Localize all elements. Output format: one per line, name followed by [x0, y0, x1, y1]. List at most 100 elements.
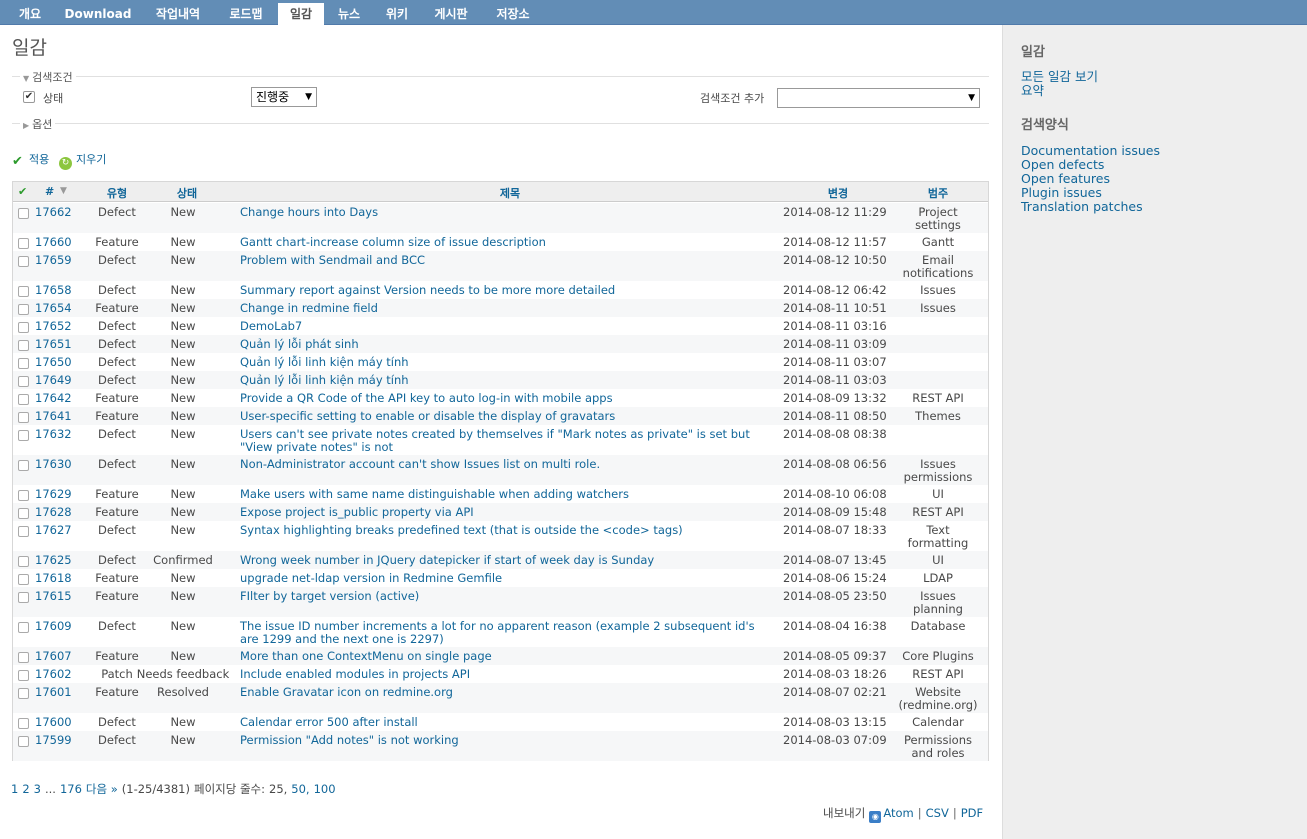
table-row[interactable]: 17629 Feature New Make users with same name…	[13, 485, 988, 503]
column-header-subject[interactable]: 제목	[240, 185, 780, 201]
row-checkbox[interactable]	[18, 688, 29, 699]
table-row[interactable]: 17599 Defect New Permission "Add notes" is …	[13, 731, 988, 761]
filters-legend[interactable]: ▼ 검색조건	[20, 69, 76, 85]
issue-id-link[interactable]: 17641	[35, 410, 72, 423]
issue-id-link[interactable]: 17615	[35, 590, 72, 603]
query-link[interactable]: Plugin issues	[1021, 186, 1102, 200]
row-checkbox[interactable]	[18, 358, 29, 369]
issue-id-link[interactable]: 17660	[35, 236, 72, 249]
row-checkbox[interactable]	[18, 238, 29, 249]
issue-id-link[interactable]: 17607	[35, 650, 72, 663]
table-row[interactable]: 17641 Feature New User-specific setting to …	[13, 407, 988, 425]
issue-id-link[interactable]: 17609	[35, 620, 72, 633]
issue-id-link[interactable]: 17632	[35, 428, 72, 441]
table-row[interactable]: 17660 Feature New Gantt chart-increase colu…	[13, 233, 988, 251]
table-row[interactable]: 17649 Defect New Quản lý lỗi linh kiện máy …	[13, 371, 988, 389]
row-checkbox[interactable]	[18, 622, 29, 633]
table-row[interactable]: 17650 Defect New Quản lý lỗi linh kiện máy …	[13, 353, 988, 371]
table-row[interactable]: 17662 Defect New Change hours into Days 2014…	[13, 203, 988, 233]
issue-id-link[interactable]: 17652	[35, 320, 72, 333]
table-row[interactable]: 17625 Defect Confirmed Wrong week number in…	[13, 551, 988, 569]
issue-id-link[interactable]: 17630	[35, 458, 72, 471]
column-header-id[interactable]: #	[45, 185, 54, 198]
issue-id-link[interactable]: 17649	[35, 374, 72, 387]
table-row[interactable]: 17642 Feature New Provide a QR Code of the …	[13, 389, 988, 407]
issue-subject-link[interactable]: Calendar error 500 after install	[240, 716, 765, 729]
issue-subject-link[interactable]: Summary report against Version needs to …	[240, 284, 765, 297]
issue-id-link[interactable]: 17625	[35, 554, 72, 567]
issue-subject-link[interactable]: The issue ID number increments a lot for…	[240, 620, 765, 646]
table-row[interactable]: 17607 Feature New More than one ContextMenu…	[13, 647, 988, 665]
issue-subject-link[interactable]: Make users with same name distinguishabl…	[240, 488, 765, 501]
tab-wiki[interactable]: 위키	[378, 3, 416, 25]
table-row[interactable]: 17630 Defect New Non-Administrator account …	[13, 455, 988, 485]
table-row[interactable]: 17609 Defect New The issue ID number increm…	[13, 617, 988, 647]
column-header-status[interactable]: 상태	[137, 185, 237, 201]
issue-subject-link[interactable]: User-specific setting to enable or disab…	[240, 410, 765, 423]
issue-id-link[interactable]: 17651	[35, 338, 72, 351]
table-row[interactable]: 17627 Defect New Syntax highlighting breaks…	[13, 521, 988, 551]
issue-subject-link[interactable]: Quản lý lỗi linh kiện máy tính	[240, 374, 765, 387]
table-row[interactable]: 17658 Defect New Summary report against Ver…	[13, 281, 988, 299]
row-checkbox[interactable]	[18, 208, 29, 219]
row-checkbox[interactable]	[18, 718, 29, 729]
issue-id-link[interactable]: 17599	[35, 734, 72, 747]
next-page-link[interactable]: 다음 »	[86, 782, 118, 796]
csv-link[interactable]: CSV	[926, 806, 949, 820]
issue-id-link[interactable]: 17629	[35, 488, 72, 501]
row-checkbox[interactable]	[18, 574, 29, 585]
issue-subject-link[interactable]: Quản lý lỗi linh kiện máy tính	[240, 356, 765, 369]
row-checkbox[interactable]	[18, 508, 29, 519]
row-checkbox[interactable]	[18, 490, 29, 501]
issue-subject-link[interactable]: DemoLab7	[240, 320, 765, 333]
row-checkbox[interactable]	[18, 652, 29, 663]
table-row[interactable]: 17615 Feature New FIlter by target version …	[13, 587, 988, 617]
view-all-issues-link[interactable]: 모든 일감 보기	[1021, 70, 1098, 84]
issue-subject-link[interactable]: Enable Gravatar icon on redmine.org	[240, 686, 765, 699]
table-row[interactable]: 17652 Defect New DemoLab7 2014-08-11 03:16	[13, 317, 988, 335]
clear-button[interactable]: ↻ 지우기	[59, 151, 106, 170]
issue-subject-link[interactable]: More than one ContextMenu on single page	[240, 650, 765, 663]
tab-roadmap[interactable]: 로드맵	[220, 3, 272, 25]
table-row[interactable]: 17654 Feature New Change in redmine field 20…	[13, 299, 988, 317]
row-checkbox[interactable]	[18, 340, 29, 351]
summary-link[interactable]: 요약	[1021, 84, 1044, 98]
issue-id-link[interactable]: 17658	[35, 284, 72, 297]
page-link-3[interactable]: 3	[34, 782, 41, 796]
row-checkbox[interactable]	[18, 304, 29, 315]
tab-activity[interactable]: 작업내역	[146, 3, 210, 25]
issue-id-link[interactable]: 17627	[35, 524, 72, 537]
issue-id-link[interactable]: 17600	[35, 716, 72, 729]
tab-news[interactable]: 뉴스	[330, 3, 368, 25]
row-checkbox[interactable]	[18, 430, 29, 441]
column-header-updated[interactable]: 변경	[803, 185, 873, 201]
page-link-last[interactable]: 176	[60, 782, 82, 796]
issue-id-link[interactable]: 17642	[35, 392, 72, 405]
issue-subject-link[interactable]: Change hours into Days	[240, 206, 765, 219]
issue-subject-link[interactable]: Wrong week number in JQuery datepicker i…	[240, 554, 765, 567]
issue-id-link[interactable]: 17602	[35, 668, 72, 681]
pdf-link[interactable]: PDF	[961, 806, 983, 820]
tab-download[interactable]: Download	[58, 3, 138, 25]
issue-id-link[interactable]: 17628	[35, 506, 72, 519]
issue-subject-link[interactable]: Permission "Add notes" is not working	[240, 734, 765, 747]
query-link[interactable]: Documentation issues	[1021, 144, 1160, 158]
status-operator-select[interactable]: 진행중 ▼	[251, 87, 317, 107]
row-checkbox[interactable]	[18, 670, 29, 681]
query-link[interactable]: Open defects	[1021, 158, 1104, 172]
table-row[interactable]: 17628 Feature New Expose project is_public …	[13, 503, 988, 521]
per-page-option-50[interactable]: 50,	[291, 782, 309, 796]
issue-subject-link[interactable]: Gantt chart-increase column size of issu…	[240, 236, 765, 249]
issue-id-link[interactable]: 17654	[35, 302, 72, 315]
issue-subject-link[interactable]: Quản lý lỗi phát sinh	[240, 338, 765, 351]
row-checkbox[interactable]	[18, 322, 29, 333]
table-row[interactable]: 17651 Defect New Quản lý lỗi phát sinh 2014-…	[13, 335, 988, 353]
issue-subject-link[interactable]: Provide a QR Code of the API key to auto…	[240, 392, 765, 405]
issue-id-link[interactable]: 17650	[35, 356, 72, 369]
issue-id-link[interactable]: 17659	[35, 254, 72, 267]
row-checkbox[interactable]	[18, 592, 29, 603]
issue-subject-link[interactable]: Change in redmine field	[240, 302, 765, 315]
issue-subject-link[interactable]: upgrade net-ldap version in Redmine Gemf…	[240, 572, 765, 585]
row-checkbox[interactable]	[18, 460, 29, 471]
options-legend[interactable]: ▶ 옵션	[20, 116, 56, 132]
